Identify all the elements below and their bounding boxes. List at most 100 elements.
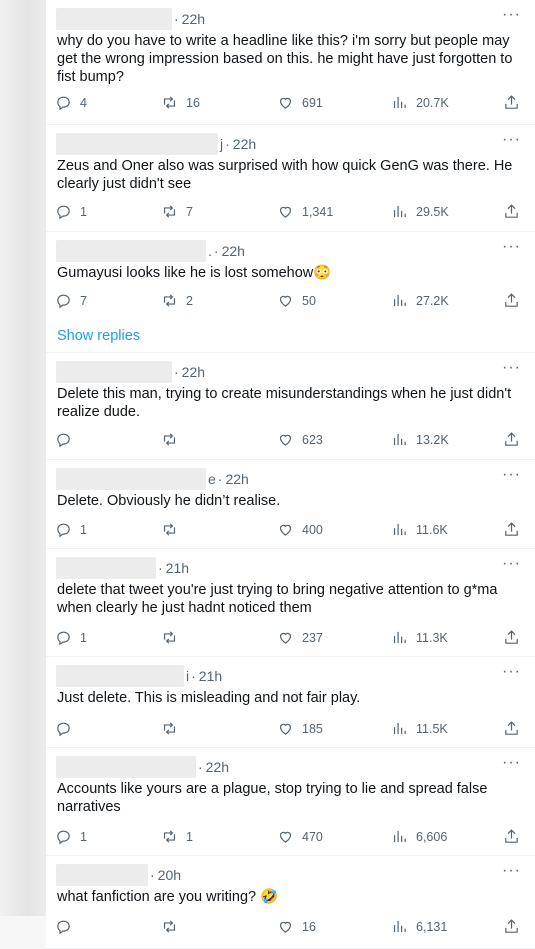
more-options-icon[interactable]: ··· [502,359,521,377]
avatar-column [0,0,46,916]
blurred-username[interactable] [56,361,172,383]
reply-button[interactable]: 1 [55,203,87,220]
repost-button[interactable] [161,720,178,737]
like-button[interactable]: 691 [277,94,323,111]
like-button[interactable]: 1,341 [277,203,333,220]
reply-tweet[interactable]: · 22h ··· why do you have to write a hea… [46,0,535,125]
tweet-time[interactable]: 22h [182,11,205,27]
repost-button[interactable] [161,521,178,538]
views-button[interactable]: 29.5K [391,203,449,220]
views-icon [393,523,406,536]
share-icon [505,95,518,109]
reply-tweet[interactable]: j · 22h ··· Zeus and Oner also was surpr… [46,125,535,232]
blurred-username[interactable] [56,756,196,778]
reply-button[interactable] [55,720,72,737]
share-button[interactable] [503,629,520,646]
reply-icon [57,830,70,845]
reply-button[interactable]: 1 [55,828,87,845]
repost-button[interactable]: 7 [161,203,193,220]
blurred-username[interactable] [56,240,206,262]
more-options-icon[interactable]: ··· [502,238,521,256]
share-button[interactable] [503,918,520,935]
reply-button[interactable] [55,918,72,935]
more-options-icon[interactable]: ··· [502,6,521,24]
like-button[interactable]: 400 [277,521,323,538]
repost-button[interactable]: 2 [161,292,193,309]
repost-button[interactable] [161,918,178,935]
tweet-time[interactable]: 20h [158,867,181,883]
more-options-icon[interactable]: ··· [502,663,521,681]
tweet-actions: 4 16 691 20.7K [55,94,520,114]
reply-icon [57,722,70,737]
blurred-username[interactable] [56,133,218,155]
blurred-username[interactable] [56,557,156,579]
views-button[interactable]: 6,131 [391,918,447,935]
views-button[interactable]: 11.6K [391,521,448,538]
reply-icon [57,96,70,111]
reply-tweet[interactable]: · 22h ··· Accounts like yours are a plag… [46,748,535,856]
more-options-icon[interactable]: ··· [502,555,521,573]
views-button[interactable]: 11.3K [391,629,448,646]
more-options-icon[interactable]: ··· [502,466,521,484]
tweet-time[interactable]: 22h [182,364,205,380]
share-button[interactable] [503,94,520,111]
blurred-username[interactable] [56,8,172,30]
like-button[interactable]: 470 [277,828,323,845]
reply-tweet[interactable]: · 22h ··· Delete this man, trying to cre… [46,353,535,460]
reply-tweet[interactable]: · 21h ··· delete that tweet you're just … [46,549,535,657]
more-options-icon[interactable]: ··· [502,754,521,772]
reply-button[interactable]: 1 [55,629,87,646]
reply-tweet[interactable]: i · 21h ··· Just delete. This is mislead… [46,657,535,748]
like-count: 16 [302,919,316,934]
reply-tweet[interactable]: · 20h ··· what fanfiction are you writin… [46,856,535,949]
like-button[interactable]: 16 [277,918,316,935]
tweet-time[interactable]: 21h [166,560,189,576]
repost-button[interactable]: 16 [161,94,200,111]
tweet-time[interactable]: 22h [222,243,245,259]
like-button[interactable]: 623 [277,431,323,448]
reply-button[interactable]: 7 [55,292,87,309]
handle-fragment: e [208,471,216,487]
repost-button[interactable]: 1 [161,828,193,845]
reply-count: 1 [80,522,87,537]
tweet-time[interactable]: 22h [225,471,248,487]
share-button[interactable] [503,431,520,448]
tweet-text: Delete. Obviously he didn’t realise. [57,493,281,509]
repost-button[interactable] [161,629,178,646]
reply-button[interactable]: 4 [55,94,87,111]
like-button[interactable]: 237 [277,629,323,646]
like-button[interactable]: 50 [277,292,316,309]
reply-button[interactable] [55,431,72,448]
blurred-username[interactable] [56,468,206,490]
share-button[interactable] [503,521,520,538]
share-button[interactable] [503,720,520,737]
blurred-username[interactable] [56,864,148,886]
views-button[interactable]: 27.2K [391,292,449,309]
reply-button[interactable]: 1 [55,521,87,538]
more-options-icon[interactable]: ··· [502,131,521,149]
tweet-time[interactable]: 21h [199,668,222,684]
views-button[interactable]: 6,606 [391,828,447,845]
views-count: 13.2K [416,432,449,447]
views-count: 11.6K [416,522,448,537]
views-button[interactable]: 13.2K [391,431,449,448]
tweet-time[interactable]: 22h [233,136,256,152]
repost-icon [163,523,176,536]
views-button[interactable]: 11.5K [391,720,448,737]
like-count: 1,341 [302,204,334,219]
more-options-icon[interactable]: ··· [502,862,521,880]
like-count: 400 [302,522,323,537]
blurred-username[interactable] [56,665,184,687]
handle-fragment: i [186,668,190,684]
tweet-time[interactable]: 22h [206,759,229,775]
repost-button[interactable] [161,431,178,448]
show-replies-link[interactable]: Show replies [57,328,140,344]
repost-icon [163,205,176,218]
views-button[interactable]: 20.7K [391,94,449,111]
share-button[interactable] [503,828,520,845]
tweet-header: · 20h [56,864,181,886]
like-button[interactable]: 185 [277,720,323,737]
share-button[interactable] [503,292,520,309]
share-button[interactable] [503,203,520,220]
reply-tweet[interactable]: e · 22h ··· Delete. Obviously he didn’t … [46,460,535,549]
